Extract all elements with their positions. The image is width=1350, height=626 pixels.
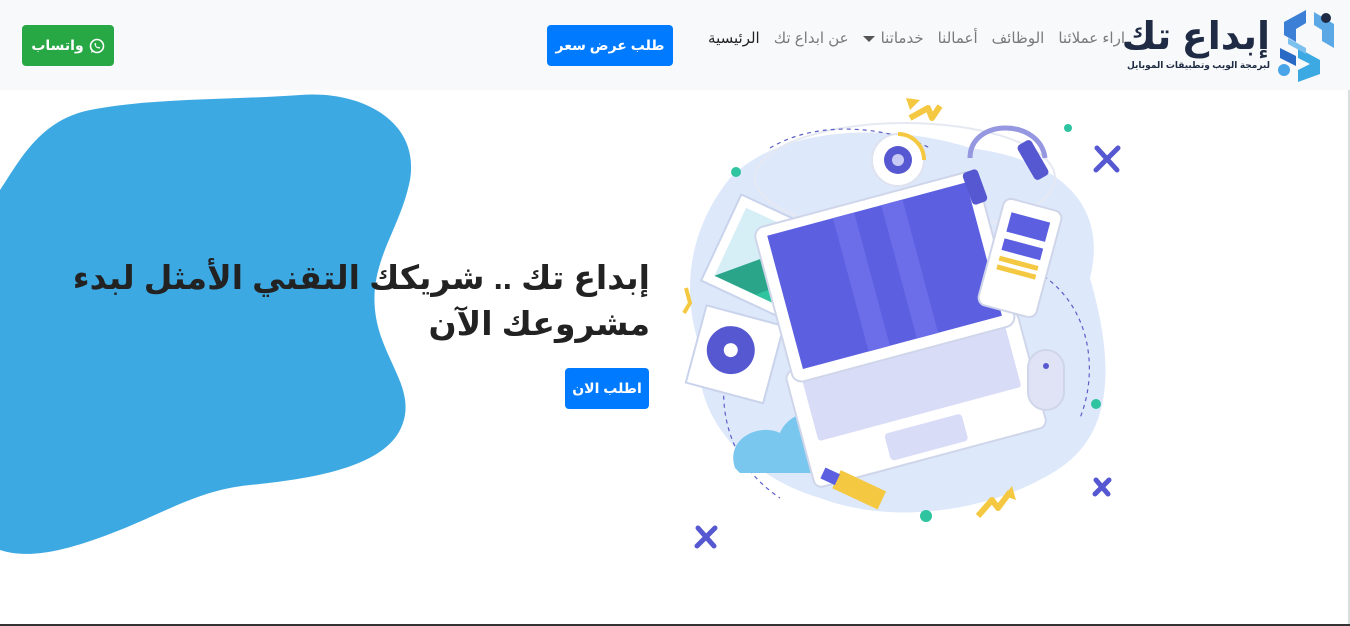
brand-logo-icon <box>1278 10 1334 82</box>
nav-item-services[interactable]: خدماتنا <box>862 28 924 50</box>
nav-item-about[interactable]: عن ابداع تك <box>774 28 849 50</box>
request-quote-button[interactable]: طلب عرض سعر <box>547 25 673 66</box>
whatsapp-button[interactable]: واتساب <box>22 25 114 66</box>
order-now-button[interactable]: اطلب الان <box>565 368 649 409</box>
caret-down-icon <box>862 36 875 42</box>
nav-item-portfolio[interactable]: أعمالنا <box>938 28 978 50</box>
brand-logo[interactable]: إبداع تك لبرمجة الويب وتطبيقات الموبايل <box>1122 8 1336 84</box>
nav-item-services-label: خدماتنا <box>880 30 924 47</box>
brand-name: إبداع تك <box>1121 16 1270 58</box>
laptop-illustration <box>682 98 1121 549</box>
whatsapp-button-label: واتساب <box>31 37 84 53</box>
hero-title: إبداع تك .. شريكك التقني الأمثل لبدء مشر… <box>72 259 650 342</box>
nav-item-home[interactable]: الرئيسية <box>708 28 760 50</box>
nav-item-jobs[interactable]: الوظائف <box>992 28 1045 50</box>
whatsapp-icon <box>89 38 104 53</box>
nav-item-testimonials[interactable]: اراء عملائنا <box>1058 28 1125 50</box>
navbar: إبداع تك لبرمجة الويب وتطبيقات الموبايل … <box>0 0 1350 90</box>
brand-tagline: لبرمجة الويب وتطبيقات الموبايل <box>1127 60 1270 70</box>
nav-menu: الرئيسية عن ابداع تك خدماتنا أعمالنا الو… <box>708 28 1125 50</box>
